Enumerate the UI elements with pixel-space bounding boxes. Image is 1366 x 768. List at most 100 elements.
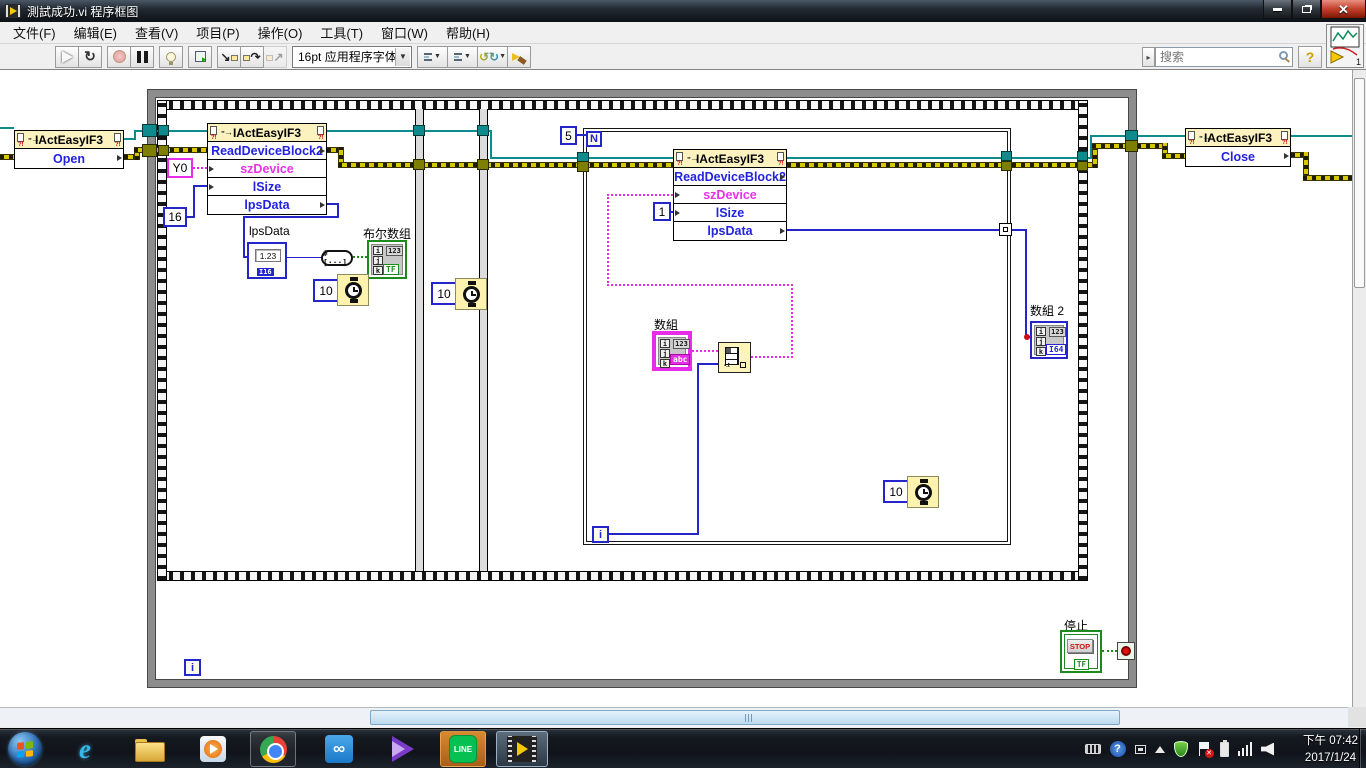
menu-help[interactable]: 帮助(H) — [437, 21, 499, 44]
search-expand-button[interactable]: ▸ — [1142, 47, 1155, 67]
wait-ms-constant-1[interactable]: 10 — [313, 279, 339, 302]
param-lsize[interactable]: lSize — [208, 178, 326, 196]
start-button[interactable] — [8, 732, 42, 766]
window-switch-icon[interactable] — [1135, 745, 1146, 754]
param-szdevice[interactable]: szDevice — [208, 160, 326, 178]
menu-project[interactable]: 项目(P) — [187, 21, 248, 44]
numeric-constant-1[interactable]: 1 — [653, 202, 671, 221]
help-tray-icon[interactable]: ? — [1110, 741, 1126, 757]
wait-ms-node-1[interactable] — [337, 274, 369, 306]
array-type-tag: TF — [383, 264, 399, 275]
method-close[interactable]: Close — [1186, 147, 1290, 166]
keyboard-icon[interactable] — [1085, 744, 1101, 754]
volume-icon[interactable] — [1261, 743, 1274, 756]
minimize-button[interactable] — [1263, 0, 1292, 19]
for-loop[interactable] — [583, 128, 1011, 545]
invoke-node-read1[interactable]: ∙∙→IActEasyIF3 ReadDeviceBlock2 szDevice… — [207, 123, 327, 215]
menu-view[interactable]: 查看(V) — [126, 21, 187, 44]
action-center-flag-icon[interactable]: ✕ — [1197, 742, 1211, 756]
wire-numeric — [1025, 229, 1027, 338]
method-open[interactable]: Open — [15, 149, 123, 168]
index-array-node[interactable]: ▪.t — [718, 342, 751, 373]
taskbar-wmp-button[interactable] — [190, 731, 236, 767]
string-array-control[interactable]: ijk 123 abc — [652, 331, 692, 371]
numeric-constant-5[interactable]: 5 — [560, 126, 577, 145]
taskbar-ie-button[interactable]: e — [62, 731, 108, 767]
vertical-scrollbar-thumb[interactable] — [1354, 78, 1365, 288]
while-iteration-terminal[interactable]: i — [184, 659, 201, 676]
taskbar-chrome-button[interactable] — [250, 731, 296, 767]
param-lsize[interactable]: lSize — [674, 204, 786, 222]
align-objects-button[interactable]: ▼ — [417, 46, 448, 68]
menu-edit[interactable]: 编辑(E) — [65, 21, 126, 44]
vertical-scrollbar[interactable] — [1352, 70, 1366, 707]
horizontal-scrollbar[interactable] — [0, 707, 1366, 727]
string-constant-y0[interactable]: Y0 — [167, 158, 193, 178]
step-over-button[interactable]: ↷ — [240, 46, 264, 68]
network-signal-icon[interactable] — [1238, 742, 1253, 756]
wait-ms-constant-2[interactable]: 10 — [431, 282, 457, 305]
method-readdeviceblock2[interactable]: ReadDeviceBlock2 — [208, 142, 326, 160]
pause-button[interactable] — [130, 46, 154, 68]
vi-icon[interactable]: 1 — [1326, 24, 1364, 68]
hidden-icons-arrow[interactable] — [1155, 746, 1165, 753]
wire-numeric — [697, 363, 699, 535]
stop-button-terminal[interactable]: STOP TF — [1060, 630, 1102, 673]
taskbar-labview-button[interactable] — [496, 731, 548, 767]
sequence-frame-divider-2[interactable] — [479, 109, 488, 571]
for-count-terminal[interactable]: N — [586, 131, 602, 147]
sequence-frame-divider-1[interactable] — [415, 109, 424, 571]
step-into-button[interactable]: ↘ — [217, 46, 241, 68]
retain-wire-values-button[interactable] — [188, 46, 212, 68]
loop-condition-terminal[interactable] — [1117, 642, 1135, 660]
menu-tools[interactable]: 工具(T) — [311, 21, 372, 44]
param-lpsdata[interactable]: lpsData — [208, 196, 326, 214]
taskbar-explorer-button[interactable] — [126, 731, 172, 767]
horizontal-scrollbar-thumb[interactable] — [370, 710, 1120, 725]
tunnel-array-data — [999, 223, 1012, 236]
invoke-node-open[interactable]: ∙∙→IActEasyIF3 Open — [14, 130, 124, 169]
numeric-constant-16[interactable]: 16 — [163, 207, 187, 227]
security-shield-icon[interactable] — [1174, 741, 1188, 757]
menu-operate[interactable]: 操作(O) — [249, 21, 312, 44]
search-icon[interactable] — [1279, 51, 1288, 60]
run-continuous-button[interactable]: ↻ — [78, 46, 102, 68]
wait-ms-node-2[interactable] — [455, 278, 487, 310]
font-selector[interactable]: 16pt 应用程序字体 ▼ — [292, 46, 412, 68]
tunnel-error — [158, 145, 169, 156]
for-iteration-terminal[interactable]: i — [592, 526, 609, 543]
battery-icon[interactable] — [1220, 742, 1229, 757]
taskbar-clock[interactable]: 下午 07:42 2017/1/24 — [1303, 733, 1358, 766]
search-input[interactable] — [1156, 48, 1266, 66]
wait-ms-constant-3[interactable]: 10 — [883, 480, 909, 503]
help-button[interactable]: ? — [1298, 46, 1322, 68]
number-to-boolean-array-node[interactable]: #[···] — [321, 250, 353, 266]
array-index-display: 123 — [1049, 327, 1066, 337]
param-lpsdata[interactable]: lpsData — [674, 222, 786, 240]
abort-button[interactable] — [107, 46, 131, 68]
num-array-indicator[interactable]: ijk 123 I64 — [1030, 321, 1068, 359]
highlight-execution-button[interactable] — [159, 46, 183, 68]
taskbar-kmplayer-button[interactable] — [380, 731, 426, 767]
invoke-node-close[interactable]: ∙∙→IActEasyIF3 Close — [1185, 128, 1291, 167]
wait-ms-node-3[interactable] — [907, 476, 939, 508]
menu-file[interactable]: 文件(F) — [4, 21, 65, 44]
taskbar-line-button[interactable]: LINE — [440, 731, 486, 767]
boolean-array-indicator[interactable]: ijk 123 TF — [367, 240, 407, 279]
show-desktop-button[interactable] — [1359, 729, 1366, 768]
invoke-node-read2[interactable]: ∙∙→IActEasyIF3 ReadDeviceBlock2 szDevice… — [673, 149, 787, 241]
taskbar-baidu-button[interactable]: ∞ — [316, 731, 362, 767]
menu-window[interactable]: 窗口(W) — [372, 21, 437, 44]
reorder-button[interactable]: ↺↻▼ — [477, 46, 508, 68]
run-button[interactable] — [55, 46, 79, 68]
distribute-objects-button[interactable]: ▼ — [447, 46, 478, 68]
cleanup-diagram-button[interactable] — [507, 46, 531, 68]
param-szdevice[interactable]: szDevice — [674, 186, 786, 204]
maximize-button[interactable] — [1292, 0, 1321, 19]
block-diagram[interactable]: ∙∙→IActEasyIF3 Open ∙∙→IActEasyIF3 ReadD… — [0, 70, 1366, 707]
method-readdeviceblock2[interactable]: ReadDeviceBlock2 — [674, 168, 786, 186]
close-button[interactable]: ✕ — [1321, 0, 1366, 19]
lpsdata-indicator[interactable]: 1.23 I16 — [247, 242, 287, 279]
abort-icon — [113, 50, 126, 63]
step-out-button[interactable]: ↗ — [263, 46, 287, 68]
